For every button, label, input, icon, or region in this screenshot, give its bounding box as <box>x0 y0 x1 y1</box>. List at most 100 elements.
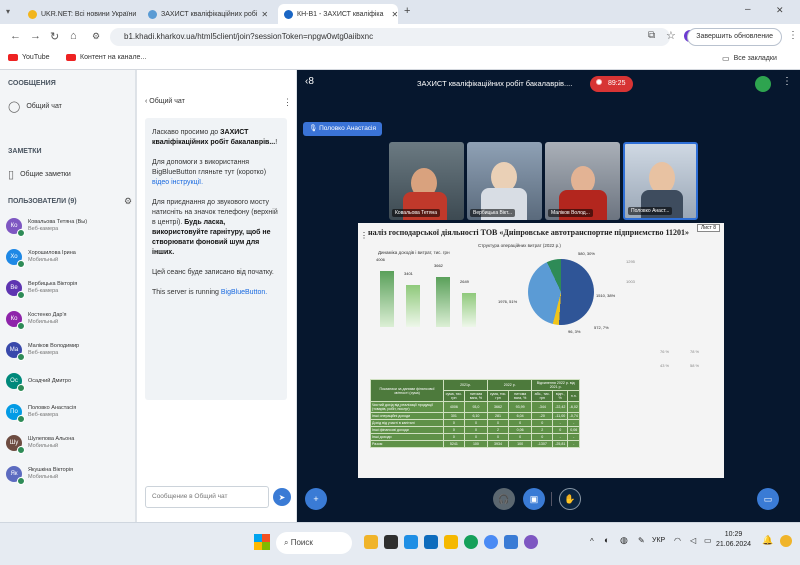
url-field[interactable]: b1.khadi.kharkov.ua/html5client/join?ses… <box>110 28 670 46</box>
tray-chevron-icon[interactable]: ^ <box>590 537 594 546</box>
file-explorer-icon[interactable] <box>404 535 418 549</box>
site-settings-icon[interactable]: ⚙ <box>92 31 100 42</box>
webcam-tile-active-speaker[interactable]: Половко Анаст... <box>623 142 698 220</box>
toggle-panel-icon[interactable]: ‹8 <box>305 76 314 87</box>
leave-audio-button[interactable]: 🎧 <box>493 488 515 510</box>
public-chat-item[interactable]: ◯ Общий чат <box>8 100 62 113</box>
folder-icon: ▭ <box>722 54 730 63</box>
cast-icon[interactable]: ⧉ <box>648 30 655 41</box>
notifications-icon[interactable]: 🔔 <box>762 535 773 546</box>
viber-icon[interactable] <box>524 535 538 549</box>
tab-kn-b1[interactable]: КН-В1 - ЗАХИСТ кваліфіка ✕ <box>278 4 398 24</box>
widgets-icon[interactable] <box>364 535 378 549</box>
battery-icon[interactable]: ▭ <box>704 536 712 545</box>
close-window-button[interactable]: ✕ <box>776 5 784 16</box>
table-cell: -0,74 <box>567 412 580 420</box>
table-cell: -11,00 <box>552 412 569 420</box>
table-header: Показники за даними фінансової звітності… <box>370 379 444 402</box>
table-header: 2021р. <box>442 379 489 391</box>
video-instructions-link[interactable]: відео інструкції. <box>152 179 203 186</box>
language-indicator[interactable]: УКР <box>652 537 665 544</box>
tray-app-icon[interactable]: ◍ <box>620 535 628 546</box>
user-list-item[interactable]: Як Якушкіна Вікторія Мобильный <box>6 460 132 488</box>
user-list-item[interactable]: Шу Шулепова Альона Мобильный <box>6 429 132 457</box>
webcam-label: Половко Анаст... <box>628 207 673 215</box>
users-options-icon[interactable]: ⚙ <box>124 196 132 207</box>
user-list-item[interactable]: Хо Хорошилова Ірина Мобильный <box>6 243 132 271</box>
table-cell: 0 <box>463 433 489 441</box>
close-tab-icon[interactable]: ✕ <box>257 10 268 19</box>
avatar-initials: Ма <box>9 347 19 353</box>
user-name: Хорошилова Ірина <box>28 250 76 256</box>
user-list-item[interactable]: Ве Вербицька Вікторія Веб-камера <box>6 274 132 302</box>
tab-menu-icon[interactable]: ▾ <box>6 7 10 16</box>
raise-hand-button[interactable]: ✋ <box>559 488 581 510</box>
status-dot-icon <box>17 322 25 330</box>
restore-presentation-button[interactable]: ▭ <box>757 488 779 510</box>
user-list-item[interactable]: Ко Ковальова Тетяна (Вы) Веб-камера <box>6 212 132 240</box>
all-bookmarks[interactable]: ▭ Все закладки <box>722 54 777 63</box>
copilot-icon[interactable] <box>780 535 792 547</box>
wifi-icon[interactable]: ◠ <box>674 536 681 545</box>
bookmark-youtube[interactable]: YouTube <box>8 54 50 61</box>
bookmark-star-icon[interactable]: ☆ <box>666 29 676 42</box>
webcam-tile[interactable]: Вербицька Вікт... <box>467 142 542 220</box>
chat-options-icon[interactable]: ⋮ <box>283 97 292 108</box>
app-icon[interactable] <box>424 535 438 549</box>
minimize-button[interactable]: – <box>745 4 751 15</box>
user-list-item[interactable]: По Половко Анастасія Веб-камера <box>6 398 132 426</box>
user-avatar: Хо <box>6 249 25 268</box>
update-button[interactable]: Завершить обновление <box>687 28 782 46</box>
taskbar-clock[interactable]: 10:29 21.06.2024 <box>716 530 751 550</box>
reload-icon[interactable]: ↻ <box>50 30 59 43</box>
task-view-icon[interactable] <box>384 535 398 549</box>
avatar-initials: Ве <box>10 285 18 291</box>
close-tab-icon[interactable]: ✕ <box>388 10 398 19</box>
webcam-tile[interactable]: Ковальова Тетяна <box>389 142 464 220</box>
tab-defense[interactable]: ЗАХИСТ кваліфікаційних робі ✕ <box>142 4 274 24</box>
user-list-item[interactable]: Ос Осадчий Дмитро <box>6 367 132 395</box>
back-arrow-icon[interactable]: ← <box>10 30 21 42</box>
chat-back-button[interactable]: ‹ Общий чат <box>145 98 185 105</box>
actions-plus-button[interactable]: + <box>305 488 327 510</box>
table-cell: 0 <box>442 426 465 434</box>
tray-app-icon[interactable]: ◐ <box>604 535 609 545</box>
browser-menu-icon[interactable]: ⋮ <box>788 30 798 41</box>
chrome-icon[interactable] <box>484 535 498 549</box>
bigbluebutton-link[interactable]: BigBlueButton. <box>221 289 267 296</box>
table-cell: 4006 <box>442 401 465 413</box>
windows-start-icon[interactable] <box>254 534 270 550</box>
app-icon[interactable] <box>504 535 518 549</box>
slide-menu-icon[interactable]: ⋮ <box>360 231 368 240</box>
volume-icon[interactable]: ◁ <box>690 536 696 545</box>
new-tab-button[interactable]: + <box>404 5 410 17</box>
user-list-sidebar: СООБЩЕНИЯ ◯ Общий чат ЗАМЕТКИ ▯ Общие за… <box>0 70 136 522</box>
webcam-tile[interactable]: Маліков Волод... <box>545 142 620 220</box>
edge-icon[interactable] <box>464 535 478 549</box>
camera-button[interactable]: ▣ <box>523 488 545 510</box>
table-subheader: питома вага, % <box>507 390 533 402</box>
folder-icon[interactable] <box>444 535 458 549</box>
home-icon[interactable]: ⌂ <box>70 30 77 42</box>
webcam-label: Ковальова Тетяна <box>392 209 441 217</box>
shared-notes-item[interactable]: ▯ Общие заметки <box>8 168 71 181</box>
send-message-button[interactable]: ➤ <box>273 488 291 506</box>
forward-arrow-icon[interactable]: → <box>30 30 41 42</box>
tab-ukrnet[interactable]: UKR.NET: Всі новини України ✕ <box>22 4 140 24</box>
bookmark-channel-content[interactable]: Контент на канале... <box>66 54 146 61</box>
table-cell: 6,10 <box>463 412 489 420</box>
connection-status-icon[interactable] <box>755 76 771 92</box>
user-device: Мобильный <box>28 257 59 263</box>
user-list-item[interactable]: Ма Маліков Володимир Веб-камера <box>6 336 132 364</box>
bar-value-label: 2649 <box>460 279 469 284</box>
options-menu-icon[interactable]: ⋮ <box>782 76 792 87</box>
chat-message-input[interactable]: Сообщение в Общий чат <box>145 486 269 508</box>
taskbar-search[interactable]: ⌕ Поиск <box>276 532 352 554</box>
user-list-item[interactable]: Ко Костенко Дар'я Мобильный <box>6 305 132 333</box>
pen-icon[interactable]: ✎ <box>638 536 645 545</box>
record-dot-icon <box>596 79 602 85</box>
recording-timer[interactable]: 89:25 <box>590 76 634 92</box>
close-tab-icon[interactable]: ✕ <box>136 10 140 19</box>
taskbar: ⌕ Поиск ^ ◐ ◍ ✎ УКР ◠ ◁ ▭ 10:29 21.06.20… <box>0 522 800 565</box>
table-cell: 6,04 <box>507 412 533 420</box>
